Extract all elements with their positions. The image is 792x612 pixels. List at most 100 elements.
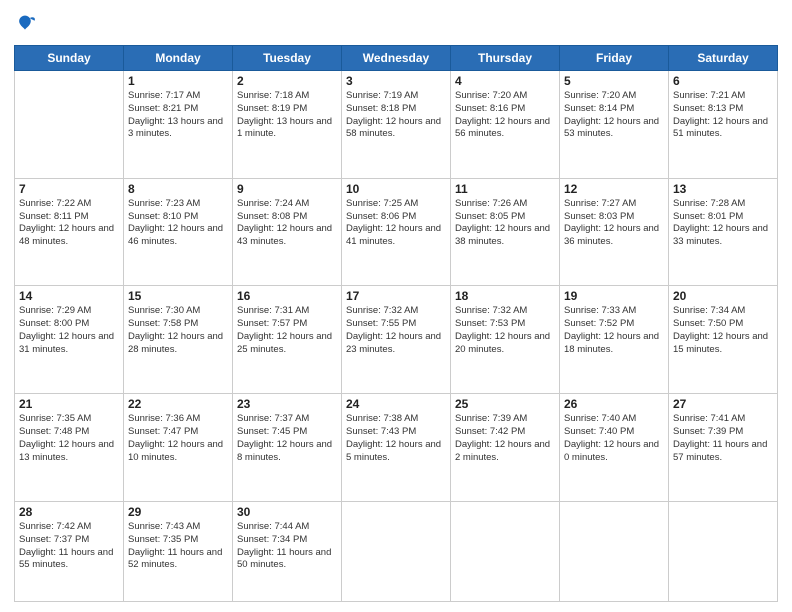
calendar-cell: 25Sunrise: 7:39 AMSunset: 7:42 PMDayligh… — [451, 394, 560, 502]
sunset-text: Sunset: 7:39 PM — [673, 426, 743, 437]
day-info: Sunrise: 7:17 AMSunset: 8:21 PMDaylight:… — [128, 90, 228, 141]
sunset-text: Sunset: 8:00 PM — [19, 318, 89, 329]
sunrise-text: Sunrise: 7:31 AM — [237, 305, 309, 316]
day-number: 14 — [19, 289, 119, 303]
daylight-text: Daylight: 13 hours and 1 minute. — [237, 116, 332, 140]
sunset-text: Sunset: 7:58 PM — [128, 318, 198, 329]
day-info: Sunrise: 7:28 AMSunset: 8:01 PMDaylight:… — [673, 198, 773, 249]
day-info: Sunrise: 7:25 AMSunset: 8:06 PMDaylight:… — [346, 198, 446, 249]
day-number: 27 — [673, 397, 773, 411]
day-info: Sunrise: 7:32 AMSunset: 7:55 PMDaylight:… — [346, 305, 446, 356]
day-number: 4 — [455, 74, 555, 88]
day-number: 23 — [237, 397, 337, 411]
calendar-cell: 23 Sunrise: 7:37 AMSunset: 7:45 PMDayligh… — [233, 394, 342, 502]
day-number: 11 — [455, 182, 555, 196]
day-number: 8 — [128, 182, 228, 196]
calendar-cell: 8Sunrise: 7:23 AMSunset: 8:10 PMDaylight… — [124, 178, 233, 286]
calendar-week-row: 1Sunrise: 7:17 AMSunset: 8:21 PMDaylight… — [15, 71, 778, 179]
day-number: 7 — [19, 182, 119, 196]
sunrise-text: Sunrise: 7:36 AM — [128, 413, 200, 424]
day-info: Sunrise: 7:22 AMSunset: 8:11 PMDaylight:… — [19, 198, 119, 249]
sunset-text: Sunset: 8:05 PM — [455, 211, 525, 222]
sunrise-text: Sunrise: 7:24 AM — [237, 198, 309, 209]
day-info: Sunrise: 7:21 AMSunset: 8:13 PMDaylight:… — [673, 90, 773, 141]
day-number: 22 — [128, 397, 228, 411]
day-number: 13 — [673, 182, 773, 196]
sunset-text: Sunset: 7:47 PM — [128, 426, 198, 437]
day-info: Sunrise: 7:24 AMSunset: 8:08 PMDaylight:… — [237, 198, 337, 249]
sunset-text: Sunset: 7:34 PM — [237, 534, 307, 545]
day-info: Sunrise: 7:37 AMSunset: 7:45 PMDaylight:… — [237, 413, 337, 464]
day-info: Sunrise: 7:35 AMSunset: 7:48 PMDaylight:… — [19, 413, 119, 464]
sunrise-text: Sunrise: 7:41 AM — [673, 413, 745, 424]
logo — [14, 12, 36, 37]
day-info: Sunrise: 7:30 AMSunset: 7:58 PMDaylight:… — [128, 305, 228, 356]
sunrise-text: Sunrise: 7:23 AM — [128, 198, 200, 209]
day-number: 20 — [673, 289, 773, 303]
day-number: 28 — [19, 505, 119, 519]
calendar-cell: 12Sunrise: 7:27 AMSunset: 8:03 PMDayligh… — [560, 178, 669, 286]
day-number: 30 — [237, 505, 337, 519]
sunrise-text: Sunrise: 7:40 AM — [564, 413, 636, 424]
daylight-text: Daylight: 12 hours and 18 minutes. — [564, 331, 659, 355]
day-number: 25 — [455, 397, 555, 411]
daylight-text: Daylight: 11 hours and 50 minutes. — [237, 547, 331, 571]
calendar-cell: 11Sunrise: 7:26 AMSunset: 8:05 PMDayligh… — [451, 178, 560, 286]
weekday-header-wednesday: Wednesday — [342, 46, 451, 71]
calendar-cell: 9Sunrise: 7:24 AMSunset: 8:08 PMDaylight… — [233, 178, 342, 286]
sunrise-text: Sunrise: 7:30 AM — [128, 305, 200, 316]
day-info: Sunrise: 7:38 AMSunset: 7:43 PMDaylight:… — [346, 413, 446, 464]
daylight-text: Daylight: 12 hours and 5 minutes. — [346, 439, 441, 463]
sunrise-text: Sunrise: 7:17 AM — [128, 90, 200, 101]
day-info: Sunrise: 7:40 AMSunset: 7:40 PMDaylight:… — [564, 413, 664, 464]
calendar-cell: 16Sunrise: 7:31 AMSunset: 7:57 PMDayligh… — [233, 286, 342, 394]
weekday-header-saturday: Saturday — [669, 46, 778, 71]
sunset-text: Sunset: 8:19 PM — [237, 103, 307, 114]
weekday-header-monday: Monday — [124, 46, 233, 71]
sunset-text: Sunset: 8:10 PM — [128, 211, 198, 222]
daylight-text: Daylight: 12 hours and 53 minutes. — [564, 116, 659, 140]
daylight-text: Daylight: 12 hours and 0 minutes. — [564, 439, 659, 463]
sunrise-text: Sunrise: 7:34 AM — [673, 305, 745, 316]
day-number: 16 — [237, 289, 337, 303]
day-number: 18 — [455, 289, 555, 303]
sunset-text: Sunset: 7:50 PM — [673, 318, 743, 329]
sunset-text: Sunset: 7:53 PM — [455, 318, 525, 329]
day-info: Sunrise: 7:34 AMSunset: 7:50 PMDaylight:… — [673, 305, 773, 356]
calendar-cell: 10 Sunrise: 7:25 AMSunset: 8:06 PMDayligh… — [342, 178, 451, 286]
daylight-text: Daylight: 12 hours and 10 minutes. — [128, 439, 223, 463]
sunset-text: Sunset: 8:11 PM — [19, 211, 89, 222]
sunset-text: Sunset: 7:37 PM — [19, 534, 89, 545]
calendar-cell: 5Sunrise: 7:20 AMSunset: 8:14 PMDaylight… — [560, 71, 669, 179]
sunrise-text: Sunrise: 7:20 AM — [455, 90, 527, 101]
sunrise-text: Sunrise: 7:19 AM — [346, 90, 418, 101]
daylight-text: Daylight: 12 hours and 8 minutes. — [237, 439, 332, 463]
daylight-text: Daylight: 13 hours and 3 minutes. — [128, 116, 223, 140]
calendar-week-row: 7 Sunrise: 7:22 AMSunset: 8:11 PMDaylight… — [15, 178, 778, 286]
daylight-text: Daylight: 12 hours and 58 minutes. — [346, 116, 441, 140]
day-number: 29 — [128, 505, 228, 519]
calendar-cell: 30Sunrise: 7:44 AMSunset: 7:34 PMDayligh… — [233, 501, 342, 601]
day-number: 10 — [346, 182, 446, 196]
calendar-week-row: 28Sunrise: 7:42 AMSunset: 7:37 PMDayligh… — [15, 501, 778, 601]
day-info: Sunrise: 7:23 AMSunset: 8:10 PMDaylight:… — [128, 198, 228, 249]
calendar-cell: 2Sunrise: 7:18 AMSunset: 8:19 PMDaylight… — [233, 71, 342, 179]
weekday-header-row: SundayMondayTuesdayWednesdayThursdayFrid… — [15, 46, 778, 71]
day-number: 9 — [237, 182, 337, 196]
day-info: Sunrise: 7:36 AM Sunset: 7:47 PM Daylight:… — [128, 413, 228, 464]
calendar-cell: 27Sunrise: 7:41 AMSunset: 7:39 PMDayligh… — [669, 394, 778, 502]
daylight-text: Daylight: 12 hours and 31 minutes. — [19, 331, 114, 355]
day-info: Sunrise: 7:33 AMSunset: 7:52 PMDaylight:… — [564, 305, 664, 356]
sunset-text: Sunset: 7:57 PM — [237, 318, 307, 329]
calendar-cell: 6Sunrise: 7:21 AMSunset: 8:13 PMDaylight… — [669, 71, 778, 179]
calendar-cell: 18Sunrise: 7:32 AMSunset: 7:53 PMDayligh… — [451, 286, 560, 394]
sunrise-text: Sunrise: 7:20 AM — [564, 90, 636, 101]
sunset-text: Sunset: 8:01 PM — [673, 211, 743, 222]
calendar-week-row: 21Sunrise: 7:35 AMSunset: 7:48 PMDayligh… — [15, 394, 778, 502]
sunrise-text: Sunrise: 7:28 AM — [673, 198, 745, 209]
calendar-cell: 13Sunrise: 7:28 AMSunset: 8:01 PMDayligh… — [669, 178, 778, 286]
day-info: Sunrise: 7:19 AMSunset: 8:18 PMDaylight:… — [346, 90, 446, 141]
daylight-text: Daylight: 12 hours and 20 minutes. — [455, 331, 550, 355]
daylight-text: Daylight: 12 hours and 48 minutes. — [19, 223, 114, 247]
sunset-text: Sunset: 8:08 PM — [237, 211, 307, 222]
